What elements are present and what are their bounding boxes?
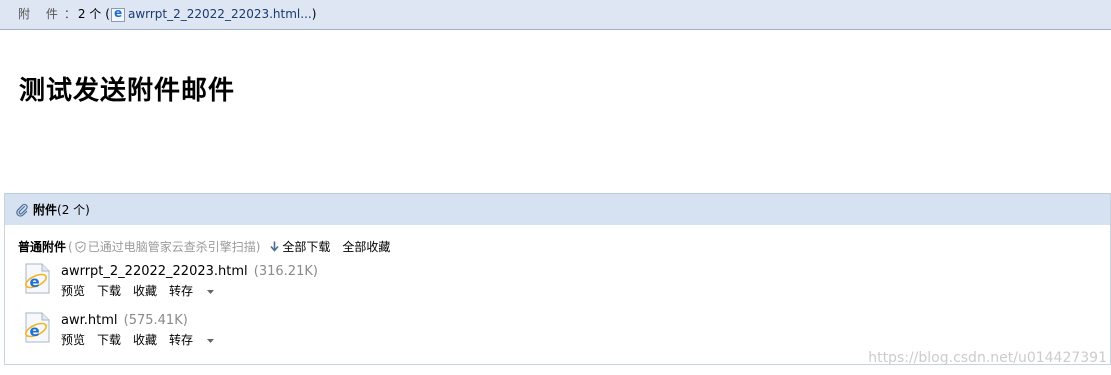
mail-subject: 测试发送附件邮件 xyxy=(19,76,236,106)
attachment-summary-close-paren: ) xyxy=(311,6,317,21)
download-all-button[interactable]: 全部下载 xyxy=(270,238,330,255)
scan-open-paren: ( xyxy=(68,239,73,254)
attachment-title-line: awr.html (575.41K) xyxy=(61,312,214,330)
attachment-actions: 预览 下载 收藏 转存 xyxy=(61,332,215,348)
save-to-dropdown[interactable]: 转存 xyxy=(169,332,215,348)
svg-text:e: e xyxy=(30,273,40,291)
attachment-size: (316.21K) xyxy=(253,264,318,279)
svg-text:e: e xyxy=(30,322,40,340)
attachment-summary-open-paren: ( xyxy=(105,6,110,21)
save-to-dropdown[interactable]: 转存 xyxy=(169,283,215,299)
attachment-filename[interactable]: awr.html xyxy=(61,313,118,328)
scan-text: 已通过电脑管家云查杀引擎扫描 xyxy=(87,240,256,254)
attachment-type-label: 普通附件 xyxy=(18,240,67,254)
attachment-filename[interactable]: awrrpt_2_22022_22023.html xyxy=(61,264,248,279)
attachments-title: 附件 xyxy=(33,203,58,217)
attachment-size: (575.41K) xyxy=(123,313,188,328)
attachment-actions: 预览 下载 收藏 转存 xyxy=(61,283,318,299)
shield-icon xyxy=(75,240,86,253)
attachments-header: 附件 (2 个) xyxy=(5,193,1110,225)
scan-status: ( 已通过电脑管家云查杀引擎扫描 ) xyxy=(68,238,260,255)
ie-html-file-icon xyxy=(110,6,125,22)
preview-link[interactable]: 预览 xyxy=(61,332,85,348)
favorite-link[interactable]: 收藏 xyxy=(133,332,157,348)
attachment-summary-bar: 附 件 ： 2 个 ( awrrpt_2_22022_22023.html...… xyxy=(0,0,1111,30)
attachment-summary-count: 2 个 xyxy=(77,7,102,21)
attachments-count: (2 个) xyxy=(57,203,90,217)
attachment-summary-label: 附 件 xyxy=(18,7,64,21)
attachment-title-line: awrrpt_2_22022_22023.html (316.21K) xyxy=(61,263,318,281)
attachment-info: awrrpt_2_22022_22023.html (316.21K) 预览 下… xyxy=(61,263,318,299)
attachments-panel: 附件 (2 个) 普通附件 ( 已通过电脑管家云查杀引擎扫描 ) 全部下载 全部… xyxy=(4,193,1111,365)
attachment-item: e awrrpt_2_22022_22023.html (316.21K) 预览… xyxy=(22,263,318,299)
attachment-summary-filename[interactable]: awrrpt_2_22022_22023.html... xyxy=(128,7,312,21)
download-all-label: 全部下载 xyxy=(282,240,331,254)
download-link[interactable]: 下载 xyxy=(97,283,121,299)
scan-close-paren: ) xyxy=(255,239,261,254)
caret-down-icon xyxy=(207,338,215,343)
paperclip-icon xyxy=(16,203,28,217)
favorite-all-button[interactable]: 全部收藏 xyxy=(342,238,390,255)
save-to-label: 转存 xyxy=(169,284,194,298)
preview-link[interactable]: 预览 xyxy=(61,283,85,299)
attachments-toolbar: 普通附件 ( 已通过电脑管家云查杀引擎扫描 ) 全部下载 全部收藏 xyxy=(18,238,390,255)
watermark: https://blog.csdn.net/u014427391 xyxy=(868,350,1107,366)
favorite-link[interactable]: 收藏 xyxy=(133,283,157,299)
download-arrow-icon xyxy=(270,241,280,252)
attachment-item: e awr.html (575.41K) 预览 下载 收藏 转存 xyxy=(22,312,215,348)
attachment-summary-colon: ： xyxy=(63,7,76,21)
save-to-label: 转存 xyxy=(169,333,194,347)
ie-html-file-icon[interactable]: e xyxy=(22,263,52,295)
caret-down-icon xyxy=(207,289,215,294)
ie-html-file-icon[interactable]: e xyxy=(22,312,52,344)
download-link[interactable]: 下载 xyxy=(97,332,121,348)
attachment-info: awr.html (575.41K) 预览 下载 收藏 转存 xyxy=(61,312,215,348)
